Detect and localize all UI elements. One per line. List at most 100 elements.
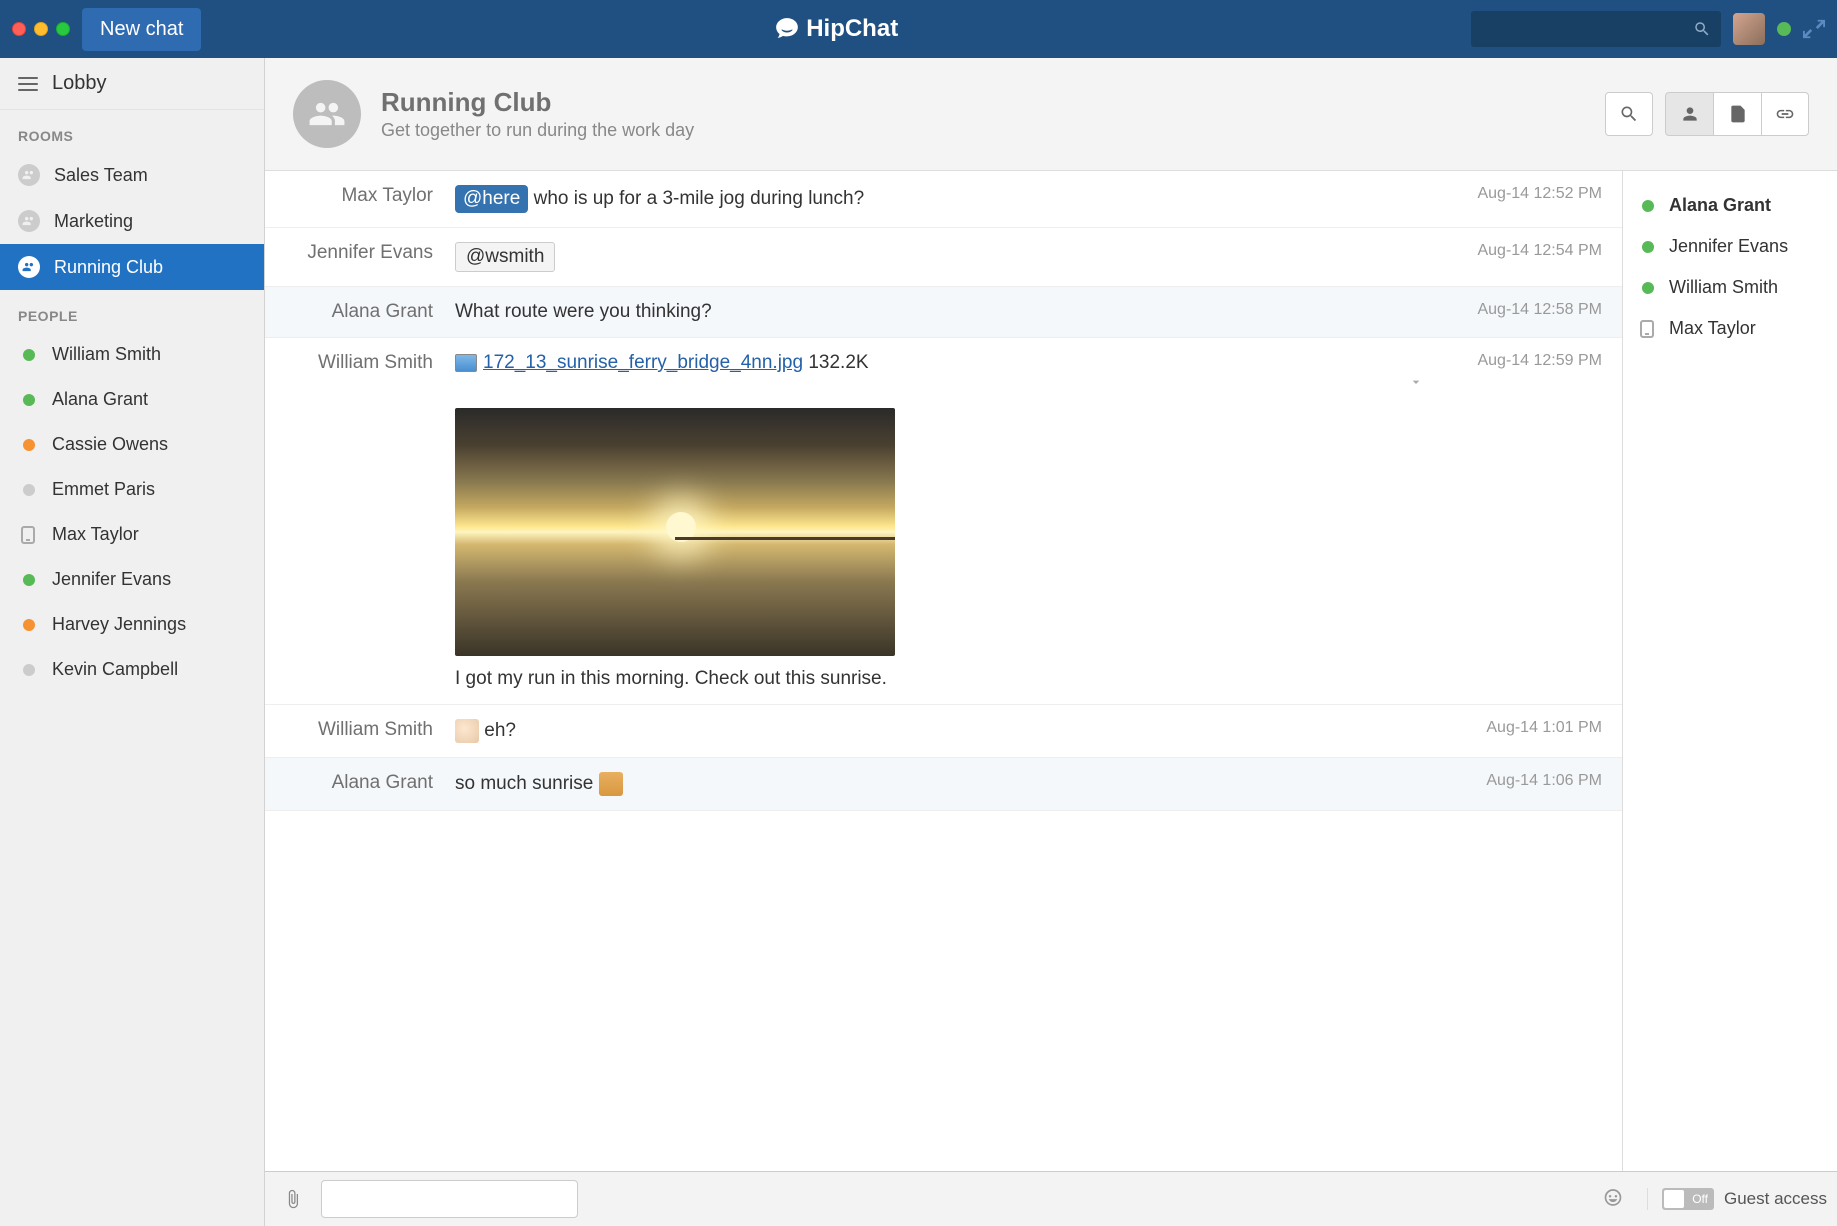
- message-author: Alana Grant: [285, 772, 455, 794]
- sidebar-room-item[interactable]: Marketing: [0, 198, 264, 244]
- message-text: I got my run in this morning. Check out …: [455, 668, 1432, 690]
- roster-item[interactable]: Jennifer Evans: [1637, 226, 1823, 267]
- roster-name: William Smith: [1669, 277, 1778, 298]
- here-mention[interactable]: @here: [455, 185, 528, 213]
- composer: Off Guest access: [265, 1171, 1837, 1226]
- roster-item[interactable]: Max Taylor: [1637, 308, 1823, 349]
- attached-image[interactable]: [455, 408, 895, 656]
- files-panel-button[interactable]: [1713, 92, 1761, 136]
- guest-access-toggle[interactable]: Off: [1662, 1188, 1714, 1210]
- roster-name: Max Taylor: [1669, 318, 1756, 339]
- presence-dot: [1642, 282, 1654, 294]
- sidebar-person-item[interactable]: William Smith: [0, 332, 264, 377]
- person-name: Kevin Campbell: [52, 659, 178, 680]
- person-name: Emmet Paris: [52, 479, 155, 500]
- person-name: Jennifer Evans: [52, 569, 171, 590]
- file-icon: [1728, 104, 1748, 124]
- mobile-icon: [21, 526, 35, 544]
- chat-content: Running Club Get together to run during …: [265, 58, 1837, 1226]
- roster-name: Alana Grant: [1669, 195, 1771, 216]
- presence-dot: [23, 394, 35, 406]
- presence-dot: [23, 484, 35, 496]
- toggle-state: Off: [1692, 1192, 1708, 1206]
- messages-list[interactable]: Max Taylor @here who is up for a 3-mile …: [265, 171, 1622, 1171]
- paperclip-icon: [283, 1189, 303, 1209]
- link-icon: [1775, 104, 1795, 124]
- room-icon: [18, 210, 40, 232]
- person-name: Alana Grant: [52, 389, 148, 410]
- message-row: Alana Grant What route were you thinking…: [265, 287, 1622, 338]
- user-presence-indicator[interactable]: [1777, 22, 1791, 36]
- message-input[interactable]: [321, 1180, 578, 1218]
- links-panel-button[interactable]: [1761, 92, 1809, 136]
- room-subtitle: Get together to run during the work day: [381, 120, 694, 141]
- search-icon: [1619, 104, 1639, 124]
- room-name: Marketing: [54, 211, 133, 232]
- presence-dot: [23, 574, 35, 586]
- window-controls: [12, 22, 70, 36]
- message-text: so much sunrise: [455, 773, 599, 794]
- message-row: Jennifer Evans @wsmith Aug-14 12:54 PM: [265, 228, 1622, 287]
- titlebar: New chat HipChat: [0, 0, 1837, 58]
- room-title: Running Club: [381, 87, 694, 118]
- sidebar-room-item[interactable]: Sales Team: [0, 152, 264, 198]
- sidebar-person-item[interactable]: Harvey Jennings: [0, 602, 264, 647]
- message-author: Alana Grant: [285, 301, 455, 323]
- people-section-label: PEOPLE: [0, 290, 264, 332]
- sidebar-person-item[interactable]: Max Taylor: [0, 512, 264, 557]
- roster-panel-button[interactable]: [1665, 92, 1713, 136]
- person-name: Max Taylor: [52, 524, 139, 545]
- sidebar-person-item[interactable]: Jennifer Evans: [0, 557, 264, 602]
- roster-item[interactable]: Alana Grant: [1637, 185, 1823, 226]
- message-author: William Smith: [285, 352, 455, 374]
- room-name: Running Club: [54, 257, 163, 278]
- mobile-icon: [1640, 320, 1654, 338]
- roster-name: Jennifer Evans: [1669, 236, 1788, 257]
- presence-dot: [23, 664, 35, 676]
- message-row: William Smith eh? Aug-14 1:01 PM: [265, 705, 1622, 758]
- rooms-section-label: ROOMS: [0, 110, 264, 152]
- emoji-icon: [455, 719, 479, 743]
- emoji-picker-button[interactable]: [1603, 1188, 1623, 1211]
- sidebar-room-item[interactable]: Running Club: [0, 244, 264, 290]
- sidebar-person-item[interactable]: Emmet Paris: [0, 467, 264, 512]
- sidebar-person-item[interactable]: Kevin Campbell: [0, 647, 264, 692]
- file-link[interactable]: 172_13_sunrise_ferry_bridge_4nn.jpg: [483, 352, 803, 373]
- collapse-button[interactable]: [455, 374, 1432, 396]
- presence-dot: [1642, 200, 1654, 212]
- new-chat-button[interactable]: New chat: [82, 8, 201, 51]
- smile-icon: [1603, 1188, 1623, 1208]
- sidebar-person-item[interactable]: Cassie Owens: [0, 422, 264, 467]
- roster-item[interactable]: William Smith: [1637, 267, 1823, 308]
- room-icon: [18, 164, 40, 186]
- message-author: Max Taylor: [285, 185, 455, 207]
- message-text: What route were you thinking?: [455, 301, 712, 322]
- message-author: Jennifer Evans: [285, 242, 455, 264]
- person-name: Cassie Owens: [52, 434, 168, 455]
- global-search-input[interactable]: [1471, 11, 1721, 47]
- presence-dot: [23, 619, 35, 631]
- sidebar-person-item[interactable]: Alana Grant: [0, 377, 264, 422]
- search-icon: [1693, 20, 1711, 38]
- message-text: who is up for a 3-mile jog during lunch?: [528, 188, 864, 209]
- zoom-window-button[interactable]: [56, 22, 70, 36]
- attach-button[interactable]: [275, 1181, 311, 1217]
- close-window-button[interactable]: [12, 22, 26, 36]
- image-file-icon: [455, 354, 477, 372]
- presence-dot: [23, 439, 35, 451]
- fullscreen-icon[interactable]: [1803, 18, 1825, 40]
- message-timestamp: Aug-14 12:58 PM: [1432, 301, 1602, 319]
- presence-dot: [1642, 241, 1654, 253]
- message-row: Max Taylor @here who is up for a 3-mile …: [265, 171, 1622, 228]
- presence-dot: [23, 349, 35, 361]
- message-timestamp: Aug-14 12:52 PM: [1432, 185, 1602, 203]
- user-avatar[interactable]: [1733, 13, 1765, 45]
- minimize-window-button[interactable]: [34, 22, 48, 36]
- message-row: Alana Grant so much sunrise Aug-14 1:06 …: [265, 758, 1622, 811]
- user-mention[interactable]: @wsmith: [455, 242, 555, 272]
- roster-panel: Alana Grant Jennifer Evans William Smith Ma…: [1622, 171, 1837, 1171]
- app-brand-text: HipChat: [806, 15, 898, 43]
- lobby-button[interactable]: Lobby: [0, 58, 264, 110]
- guest-access-label: Guest access: [1724, 1189, 1827, 1209]
- room-search-button[interactable]: [1605, 92, 1653, 136]
